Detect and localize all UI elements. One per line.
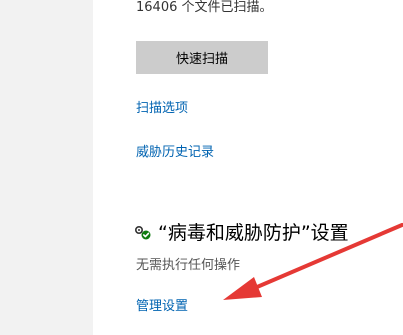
settings-section-heading: “病毒和威胁防护”设置 [134,220,349,246]
settings-section-title: “病毒和威胁防护”设置 [158,222,349,244]
files-scanned-text: 16406 个文件已扫描。 [136,0,273,15]
scan-options-link[interactable]: 扫描选项 [136,100,188,117]
gear-check-icon [134,225,151,240]
threat-history-link[interactable]: 威胁历史记录 [136,144,214,161]
left-navigation-pane [0,0,93,335]
settings-status-text: 无需执行任何操作 [136,258,241,273]
quick-scan-button[interactable]: 快速扫描 [136,41,268,74]
manage-settings-link[interactable]: 管理设置 [136,298,188,315]
